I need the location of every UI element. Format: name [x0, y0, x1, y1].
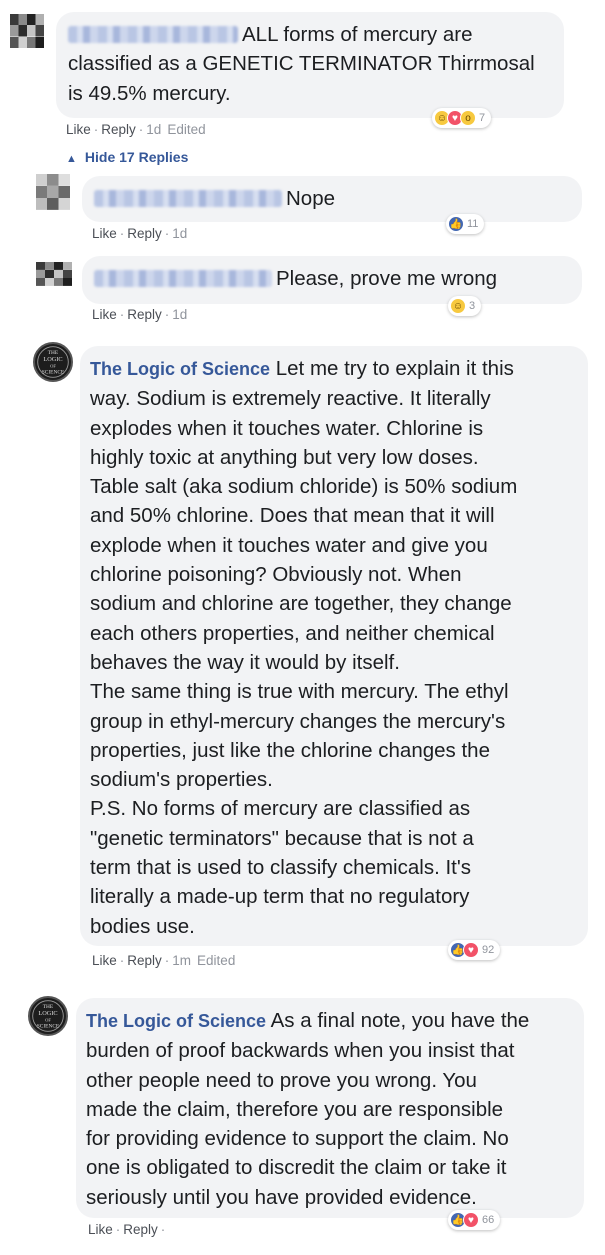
avatar[interactable] [36, 174, 70, 210]
svg-text:OF: OF [45, 1017, 51, 1022]
comment-actions: Like · Reply · 1d Edited [66, 122, 206, 137]
timestamp[interactable]: 1d [172, 226, 187, 241]
haha-reaction-icon: ☺ [450, 298, 466, 314]
reaction-summary[interactable]: 👍 11 [446, 214, 485, 234]
reaction-count: 66 [482, 1214, 495, 1226]
svg-text:THE: THE [48, 350, 59, 356]
page-avatar[interactable]: THE LOGIC OF SCIENCE [33, 342, 73, 382]
wow-reaction-icon: o [460, 110, 476, 126]
like-reaction-icon: 👍 [448, 216, 464, 232]
author-name[interactable]: The Logic of Science [86, 1011, 266, 1031]
reply-line: and 50% chlorine. Does that mean that it… [90, 504, 495, 528]
timestamp[interactable]: 1d [146, 122, 161, 137]
logic-of-science-logo: THE LOGIC OF SCIENCE [32, 1000, 64, 1032]
reaction-summary[interactable]: 👍 ♥ 66 [448, 1210, 501, 1230]
reply-line: sodium's properties. [90, 768, 273, 792]
reply-line: properties, just like the chlorine chang… [90, 738, 490, 762]
reaction-count: 7 [479, 112, 486, 124]
love-reaction-icon: ♥ [463, 1212, 479, 1228]
reply-bubble: The Logic of Science As a final note, yo… [76, 998, 584, 1218]
reply-line: Table salt (aka sodium chloride) is 50% … [90, 475, 518, 499]
hide-replies-label: Hide 17 Replies [84, 149, 189, 165]
like-link[interactable]: Like [92, 307, 117, 322]
reaction-summary[interactable]: 👍 ♥ 92 [448, 940, 501, 960]
reply-link[interactable]: Reply [123, 1222, 158, 1237]
reaction-count: 92 [482, 944, 495, 956]
like-link[interactable]: Like [92, 226, 117, 241]
love-reaction-icon: ♥ [463, 942, 479, 958]
reply-line: behaves the way it would by itself. [90, 650, 400, 674]
reply-actions: Like · Reply · [88, 1222, 166, 1237]
reply-line: sodium and chlorine are together, they c… [90, 592, 512, 616]
reply-line: chlorine poisoning? Obviously not. When [90, 563, 462, 587]
edited-label[interactable]: Edited [167, 122, 205, 137]
reply-line: term that is used to classify chemicals.… [90, 856, 472, 880]
reply-text: Nope [286, 187, 336, 210]
svg-text:SCIENCE: SCIENCE [37, 1024, 60, 1030]
reply-line: bodies use. [90, 914, 195, 938]
blurred-author-name[interactable] [94, 190, 282, 207]
reply-line: one is obligated to discredit the claim … [86, 1156, 507, 1180]
reply-first-line: The Logic of Science Let me try to expla… [90, 357, 514, 380]
reply-line: explodes when it touches water. Chlorine… [90, 416, 484, 440]
svg-text:OF: OF [50, 363, 56, 368]
reply-bubble: Nope [82, 176, 582, 222]
reply-line: other people need to prove you wrong. Yo… [86, 1068, 477, 1092]
reply-line: made the claim, therefore you are respon… [86, 1097, 504, 1121]
comment-bubble: ALL forms of mercury are classified as a… [56, 12, 564, 118]
reply-line: highly toxic at anything but very low do… [90, 445, 479, 469]
reply-line: explode when it touches water and give y… [90, 533, 488, 557]
reply-link[interactable]: Reply [127, 953, 162, 968]
hide-replies-toggle[interactable]: ▲ Hide 17 Replies [66, 149, 188, 165]
reply-line: way. Sodium is extremely reactive. It li… [90, 387, 491, 411]
reply-bubble: The Logic of Science Let me try to expla… [80, 346, 588, 946]
reply-actions: Like · Reply · 1d [92, 226, 188, 241]
reply-line: burden of proof backwards when you insis… [86, 1039, 515, 1063]
reply-line: The same thing is true with mercury. The… [90, 680, 509, 704]
avatar[interactable] [36, 262, 72, 286]
edited-label[interactable]: Edited [197, 953, 235, 968]
reply-line: each others properties, and neither chem… [90, 621, 495, 645]
blurred-author-name[interactable] [94, 270, 272, 287]
reply-text: Please, prove me wrong [276, 267, 498, 290]
reply-line: "genetic terminators" because that is no… [90, 826, 474, 850]
reply-line: group in ethyl-mercury changes the mercu… [90, 709, 506, 733]
like-link[interactable]: Like [92, 953, 117, 968]
svg-text:LOGIC: LOGIC [43, 356, 62, 363]
svg-text:SCIENCE: SCIENCE [42, 370, 65, 376]
reply-link[interactable]: Reply [127, 307, 162, 322]
reply-line: for providing evidence to support the cl… [86, 1127, 509, 1151]
reply-link[interactable]: Reply [127, 226, 162, 241]
reaction-count: 3 [469, 300, 476, 312]
reply-line: seriously until you have provided eviden… [86, 1185, 477, 1209]
reply-line: P.S. No forms of mercury are classified … [90, 797, 471, 821]
reply-bubble: Please, prove me wrong [82, 256, 582, 304]
reply-line: literally a made-up term that no regulat… [90, 885, 470, 909]
reaction-summary[interactable]: ☺ ♥ o 7 [432, 108, 492, 128]
page-avatar[interactable]: THE LOGIC OF SCIENCE [28, 996, 68, 1036]
author-name[interactable]: The Logic of Science [90, 359, 270, 379]
reaction-count: 11 [467, 218, 479, 230]
svg-text:THE: THE [43, 1004, 54, 1010]
reply-actions: Like · Reply · 1m Edited [92, 953, 236, 968]
timestamp[interactable]: 1d [172, 307, 187, 322]
avatar[interactable] [10, 14, 44, 48]
blurred-author-name[interactable] [68, 26, 238, 43]
chevron-up-icon: ▲ [66, 153, 77, 165]
reaction-summary[interactable]: ☺ 3 [448, 296, 482, 316]
timestamp[interactable]: 1m [172, 953, 191, 968]
like-link[interactable]: Like [88, 1222, 113, 1237]
reply-link[interactable]: Reply [101, 122, 136, 137]
like-link[interactable]: Like [66, 122, 91, 137]
reply-first-line: The Logic of Science As a final note, yo… [86, 1009, 530, 1032]
logic-of-science-logo: THE LOGIC OF SCIENCE [37, 346, 69, 378]
svg-text:LOGIC: LOGIC [38, 1010, 57, 1017]
reply-actions: Like · Reply · 1d [92, 307, 188, 322]
